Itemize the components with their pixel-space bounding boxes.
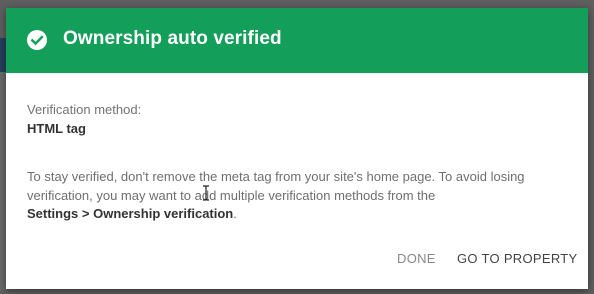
verification-method-label: Verification method:: [27, 102, 142, 117]
settings-path: Settings > Ownership verification: [27, 206, 234, 221]
go-to-property-button[interactable]: GO TO PROPERTY: [457, 248, 578, 270]
dialog-actions: DONE GO TO PROPERTY: [6, 248, 588, 270]
verification-message: To stay verified, don't remove the meta …: [27, 168, 572, 224]
message-line-1: To stay verified, don't remove the meta …: [27, 169, 525, 184]
message-line-2: verification, you may want to add multip…: [27, 187, 436, 203]
message-period: .: [233, 206, 237, 221]
ownership-verified-dialog: Ownership auto verified Verification met…: [6, 8, 588, 289]
dialog-title: Ownership auto verified: [63, 28, 282, 49]
text-cursor-icon: [203, 185, 209, 201]
verification-method-value: HTML tag: [27, 121, 86, 136]
message-line-3: Settings > Ownership verification.: [27, 205, 572, 224]
check-circle-icon: [27, 30, 47, 50]
done-button[interactable]: DONE: [397, 248, 436, 270]
dialog-header: Ownership auto verified: [6, 8, 588, 73]
